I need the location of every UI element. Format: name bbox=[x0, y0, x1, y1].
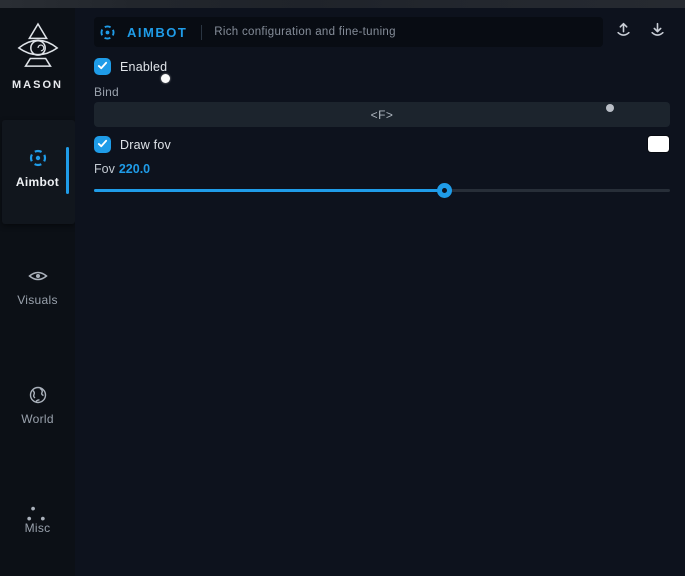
fov-label: Fov bbox=[94, 162, 115, 176]
draw-fov-label: Draw fov bbox=[120, 138, 171, 152]
fov-slider[interactable] bbox=[94, 182, 670, 198]
header-divider bbox=[201, 25, 202, 40]
bind-input[interactable]: <F> bbox=[94, 102, 670, 127]
sidebar-item-label: World bbox=[21, 412, 54, 426]
sidebar-item-label: Aimbot bbox=[16, 175, 59, 189]
enabled-checkbox[interactable] bbox=[94, 58, 111, 75]
sidebar-item-misc[interactable]: • • • Misc bbox=[0, 503, 75, 537]
check-icon bbox=[97, 136, 108, 154]
bind-value: <F> bbox=[371, 108, 394, 122]
main-content bbox=[75, 8, 685, 576]
download-icon bbox=[649, 21, 666, 43]
fov-label-row: Fov 220.0 bbox=[94, 162, 150, 176]
crosshair-icon bbox=[27, 147, 49, 169]
sidebar-item-label: Visuals bbox=[17, 293, 58, 307]
globe-icon bbox=[27, 384, 49, 406]
sidebar-item-world[interactable]: World bbox=[0, 384, 75, 428]
page-subtitle: Rich configuration and fine-tuning bbox=[214, 26, 396, 38]
enabled-label: Enabled bbox=[120, 60, 167, 74]
cursor-dot bbox=[161, 74, 170, 83]
import-config-button[interactable] bbox=[646, 21, 668, 43]
upload-icon bbox=[615, 21, 632, 43]
window-top-strip bbox=[0, 0, 685, 8]
fov-slider-thumb[interactable] bbox=[437, 183, 452, 198]
all-seeing-eye-logo-icon bbox=[15, 22, 61, 77]
mason-menu-window: MASON Aimbot Visuals bbox=[0, 0, 685, 576]
crosshair-icon bbox=[98, 23, 117, 42]
ellipsis-icon: • • • bbox=[27, 503, 49, 515]
draw-fov-checkbox[interactable] bbox=[94, 136, 111, 153]
sidebar-item-aimbot[interactable]: Aimbot bbox=[0, 147, 75, 191]
eye-icon bbox=[27, 265, 49, 287]
bind-label: Bind bbox=[94, 85, 119, 99]
bind-field-dot bbox=[606, 104, 614, 112]
fov-value: 220.0 bbox=[119, 162, 150, 176]
fov-color-swatch[interactable] bbox=[648, 136, 669, 152]
export-config-button[interactable] bbox=[612, 21, 634, 43]
slider-fill bbox=[94, 189, 444, 192]
brand: MASON bbox=[0, 22, 75, 91]
sidebar: MASON Aimbot Visuals bbox=[0, 8, 75, 576]
check-icon bbox=[97, 58, 108, 76]
brand-name: MASON bbox=[0, 79, 75, 91]
sidebar-item-visuals[interactable]: Visuals bbox=[0, 265, 75, 309]
page-header: AIMBOT Rich configuration and fine-tunin… bbox=[94, 17, 603, 47]
page-title: AIMBOT bbox=[127, 25, 187, 40]
sidebar-item-label: Misc bbox=[25, 521, 51, 535]
